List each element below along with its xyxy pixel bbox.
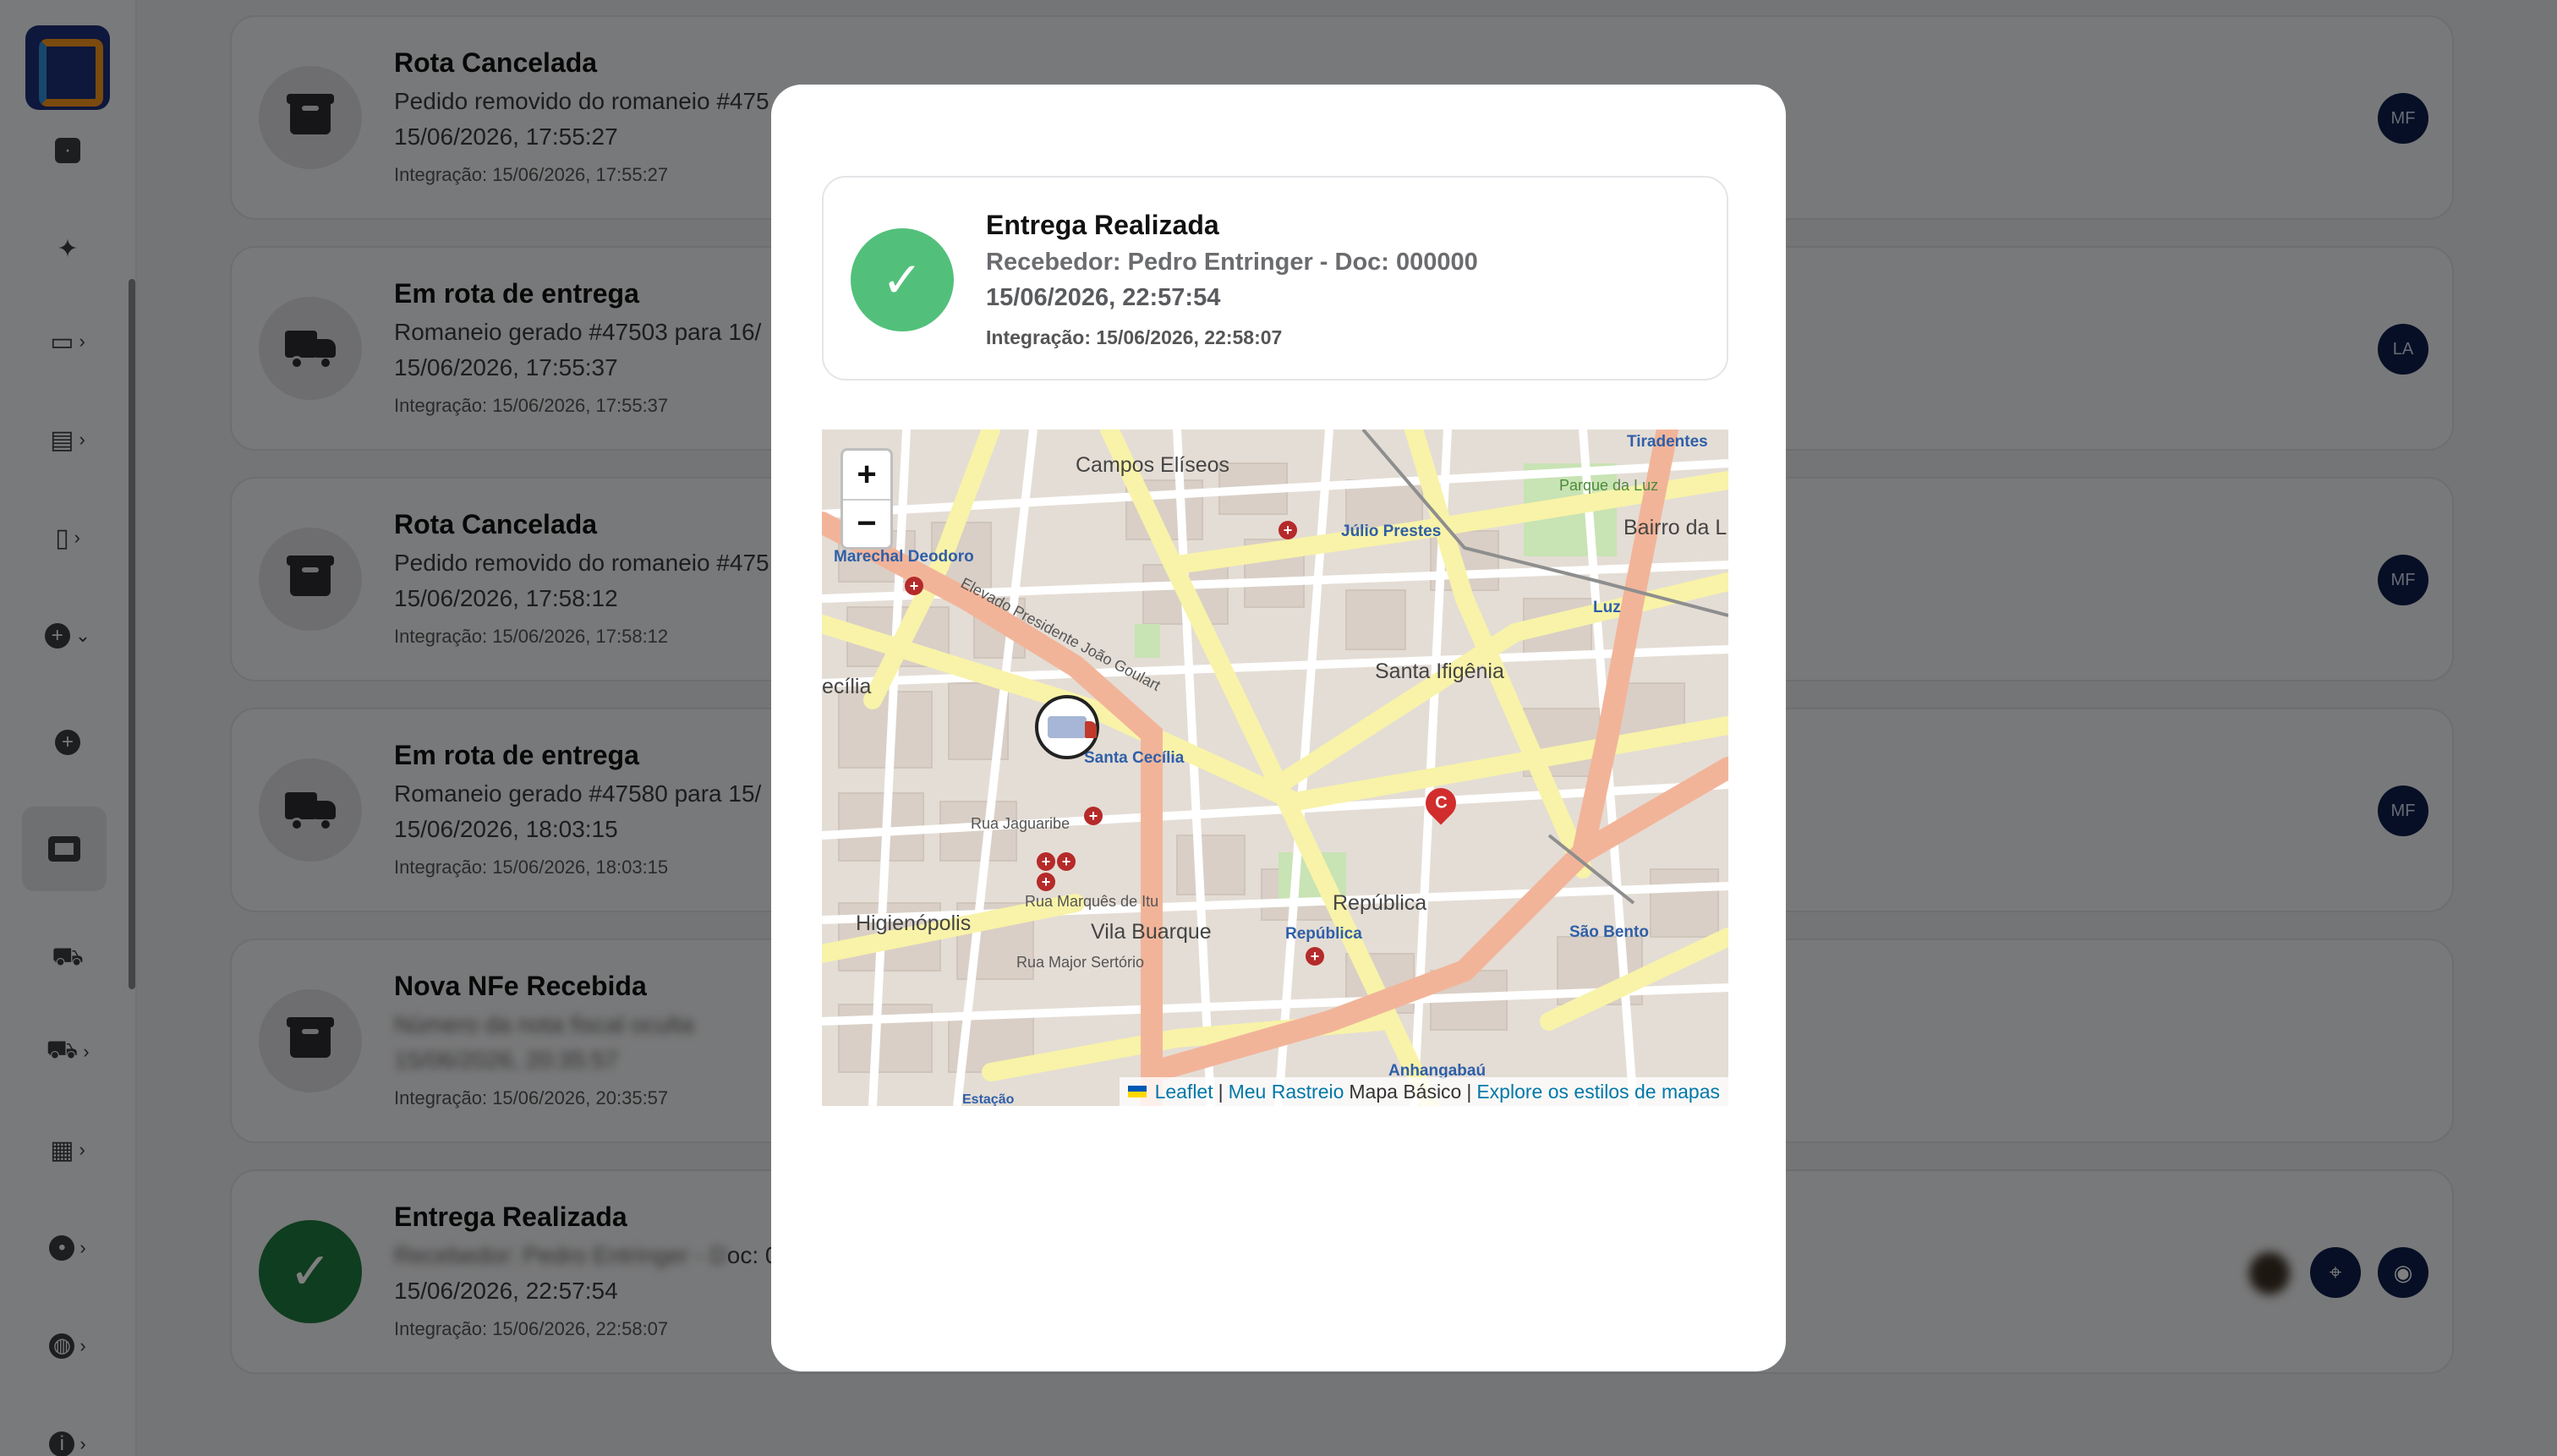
map-label: São Bento bbox=[1569, 923, 1649, 941]
map-label: Rua Major Sertório bbox=[1016, 954, 1145, 971]
hospital-icon: + bbox=[1057, 852, 1076, 871]
map-style-name: Mapa Básico bbox=[1349, 1080, 1462, 1103]
delivery-datetime: 15/06/2026, 22:57:54 bbox=[986, 284, 1221, 311]
map-tiles[interactable] bbox=[822, 430, 1728, 1106]
hospital-icon: + bbox=[905, 577, 923, 595]
hospital-icon: + bbox=[1306, 947, 1324, 966]
hospital-icon: + bbox=[1278, 521, 1297, 539]
truck-icon bbox=[1048, 716, 1097, 738]
map-label: Rua Jaguaribe bbox=[971, 815, 1070, 832]
map-label: Rua Marquês de Itu bbox=[1025, 893, 1159, 910]
check-icon: ✓ bbox=[851, 228, 954, 331]
leaflet-link[interactable]: Leaflet bbox=[1155, 1081, 1213, 1103]
map-label: Marechal Deodoro bbox=[834, 548, 974, 566]
map-label: Bairro da L bbox=[1623, 516, 1727, 539]
map-label: Estação bbox=[962, 1092, 1015, 1106]
map-label: República bbox=[1285, 925, 1362, 943]
explore-styles-link[interactable]: Explore os estilos de mapas bbox=[1476, 1081, 1720, 1103]
hospital-icon: + bbox=[1037, 873, 1055, 891]
map-label: Parque da Luz bbox=[1559, 477, 1659, 494]
map-label: Luz bbox=[1593, 599, 1621, 616]
attribution-separator: | bbox=[1466, 1080, 1472, 1103]
zoom-in-button[interactable]: + bbox=[843, 451, 890, 499]
map-label: Campos Elíseos bbox=[1076, 453, 1230, 477]
ukraine-flag-icon bbox=[1127, 1086, 1147, 1097]
integration-datetime: Integração: 15/06/2026, 22:58:07 bbox=[986, 326, 1283, 348]
meu-rastreio-link[interactable]: Meu Rastreio bbox=[1229, 1081, 1344, 1103]
status-title: Entrega Realizada bbox=[986, 210, 1219, 240]
receiver-info: Recebedor: Pedro Entringer - Doc: 000000 bbox=[986, 249, 1478, 276]
map-label: Santa Ifigênia bbox=[1375, 660, 1504, 683]
map-label: ecília bbox=[822, 675, 872, 698]
map-label: Vila Buarque bbox=[1091, 920, 1212, 944]
delivery-map[interactable]: Campos Elíseos Júlio Prestes Tiradentes … bbox=[822, 430, 1728, 1106]
map-label: Tiradentes bbox=[1627, 433, 1708, 451]
truck-location-marker[interactable] bbox=[1035, 695, 1099, 759]
map-label: Higienópolis bbox=[856, 911, 972, 935]
hospital-icon: + bbox=[1084, 807, 1103, 825]
map-label: Santa Cecília bbox=[1084, 749, 1185, 767]
map-label: Júlio Prestes bbox=[1341, 523, 1442, 540]
attribution-separator: | bbox=[1218, 1080, 1224, 1103]
delivery-modal: ✓ Entrega Realizada Recebedor: Pedro Ent… bbox=[771, 85, 1786, 1371]
map-label: República bbox=[1333, 891, 1427, 915]
hospital-icon: + bbox=[1037, 852, 1055, 871]
map-attribution: Leaflet | Meu Rastreio Mapa Básico | Exp… bbox=[1119, 1077, 1728, 1106]
delivery-status-card: ✓ Entrega Realizada Recebedor: Pedro Ent… bbox=[822, 176, 1728, 380]
zoom-out-button[interactable]: − bbox=[843, 499, 890, 547]
zoom-control: + − bbox=[840, 448, 893, 550]
